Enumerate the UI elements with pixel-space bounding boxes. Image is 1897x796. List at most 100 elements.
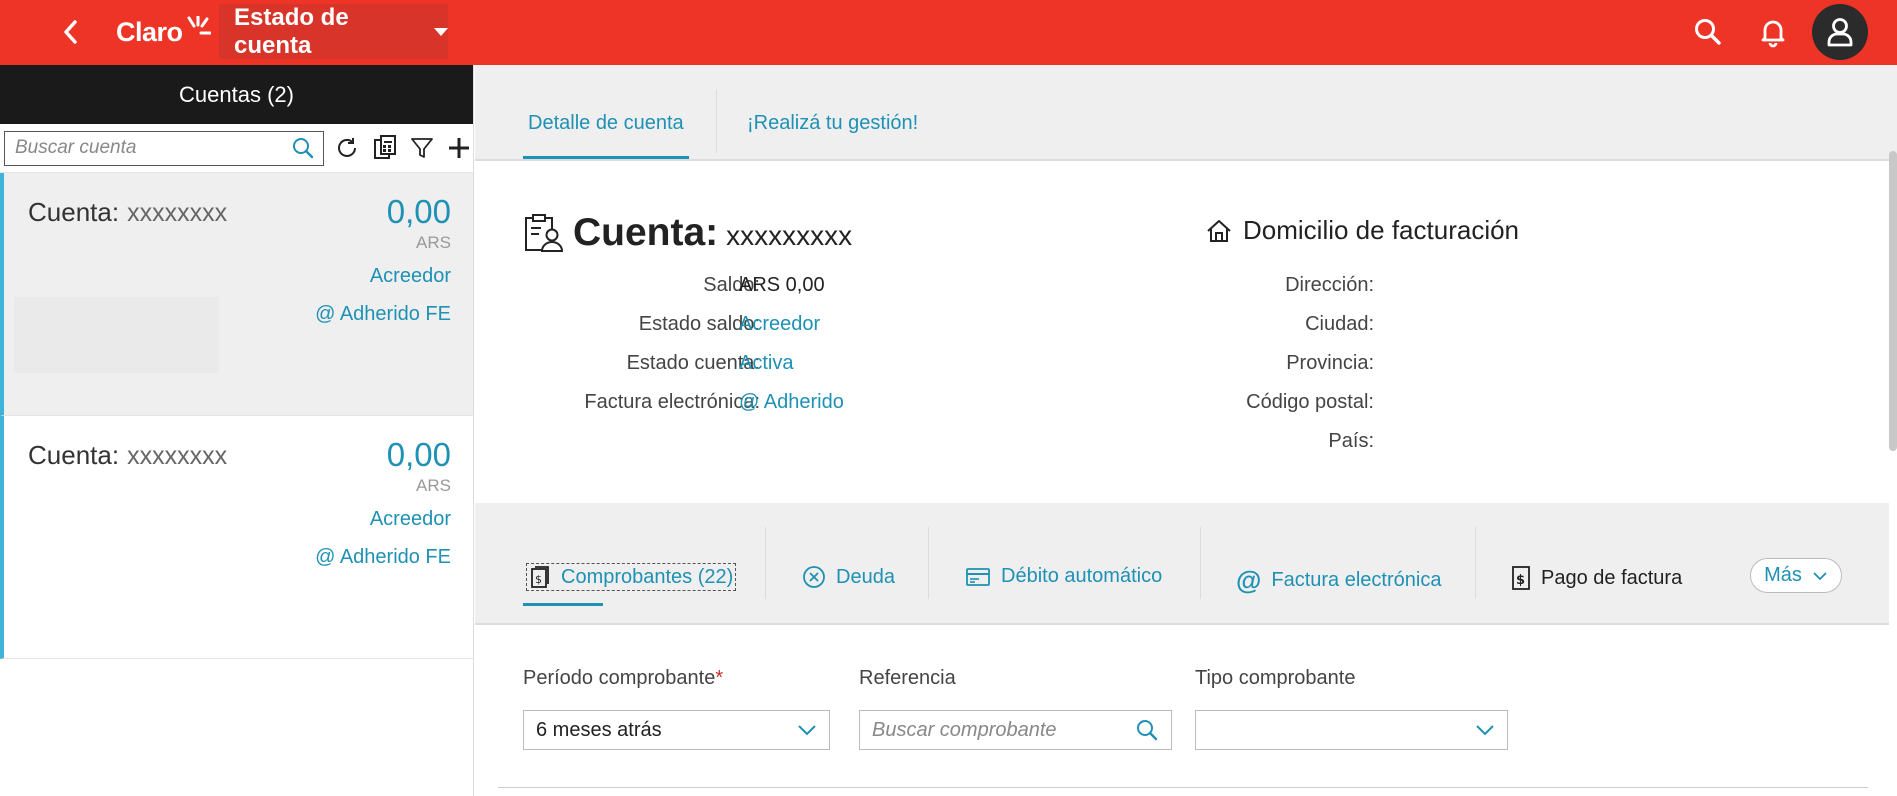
account-fe-status: @ Adherido FE [315, 303, 451, 325]
referencia-placeholder: Buscar comprobante [872, 718, 1057, 741]
svg-text:$: $ [1516, 573, 1525, 588]
svg-text:$: $ [535, 573, 542, 586]
subtab-debito-automatico[interactable]: Débito automático [965, 565, 1162, 588]
estado-saldo-value[interactable]: Acreedor [739, 313, 820, 336]
account-fe-status: @ Adherido FE [315, 546, 451, 568]
search-icon[interactable] [1692, 16, 1724, 48]
subtab-comprobantes[interactable]: $ Comprobantes (22) [526, 563, 737, 591]
tabs-bar: Detalle de cuenta ¡Realizá tu gestión! [475, 65, 1897, 161]
brand-name: Claro [116, 16, 183, 47]
factura-electronica-label: Factura electrónica: [584, 391, 760, 413]
referencia-label: Referencia [859, 667, 956, 689]
accounts-panel: Cuentas (2) Cuenta:xxxxxxxx 0,00 ARS Acr… [0, 65, 474, 796]
claro-logo[interactable]: Claro [116, 12, 211, 52]
subtab-label: Débito automático [1001, 565, 1163, 587]
calculator-icon[interactable] [371, 134, 398, 162]
subtab-label: Factura electrónica [1271, 569, 1442, 591]
top-bar: Claro Estado de cuenta [0, 0, 1897, 65]
estado-cuenta-value[interactable]: Activa [739, 352, 793, 375]
search-icon[interactable] [1135, 718, 1159, 742]
refresh-icon[interactable] [334, 134, 361, 162]
back-icon[interactable] [58, 18, 84, 46]
periodo-value: 6 meses atrás [536, 718, 662, 741]
account-search-input[interactable] [15, 137, 291, 159]
close-circle-icon [802, 565, 826, 589]
account-clipboard-icon [523, 212, 565, 254]
user-icon[interactable] [1812, 4, 1868, 60]
chevron-down-icon [797, 724, 817, 736]
card-icon [965, 566, 991, 588]
logo-rays-icon [187, 16, 211, 35]
active-subtab-indicator [523, 603, 603, 606]
dollar-doc-icon: $ [1511, 565, 1531, 591]
subtab-label: Pago de factura [1541, 566, 1683, 589]
caret-down-icon [434, 27, 448, 36]
home-icon [1205, 217, 1233, 245]
add-icon[interactable] [446, 134, 473, 162]
redacted-area [14, 297, 219, 373]
subtab-pago-de-factura[interactable]: $ Pago de factura [1511, 565, 1682, 591]
chevron-down-icon [1812, 571, 1828, 581]
periodo-label: Período comprobante* [523, 667, 723, 690]
page-selector[interactable]: Estado de cuenta [219, 4, 448, 59]
account-status: Acreedor [369, 265, 451, 287]
page-title: Estado de cuenta [234, 3, 349, 59]
subtab-label: Comprobantes (22) [561, 565, 734, 588]
subtab-divider [928, 527, 929, 599]
periodo-label-text: Período comprobante [523, 667, 716, 689]
tab-divider [716, 89, 717, 153]
account-card[interactable]: Cuenta: xxxxxxxx 0,00 ARS Acreedor @ Adhe… [0, 173, 473, 416]
accounts-toolbar [0, 124, 473, 173]
search-icon[interactable] [291, 136, 315, 160]
account-detail-label: Cuenta: [573, 211, 719, 254]
account-label: Cuenta: [28, 440, 120, 470]
codigo-postal-label: Código postal: [1246, 391, 1374, 413]
billing-address-title: Domicilio de facturación [1205, 215, 1519, 246]
more-button[interactable]: Más [1750, 558, 1842, 593]
account-number: xxxxxxxx [127, 199, 228, 227]
referencia-input[interactable]: Buscar comprobante [859, 710, 1172, 750]
account-currency: ARS [416, 233, 451, 252]
periodo-select[interactable]: 6 meses atrás [523, 710, 830, 750]
pais-label: País: [1328, 430, 1374, 452]
accounts-title: Cuentas (2) [179, 81, 294, 107]
account-title: Cuenta: xxxxxxxx [28, 440, 227, 471]
account-detail-title: Cuenta: xxxxxxxxx [523, 211, 852, 255]
main-panel: Detalle de cuenta ¡Realizá tu gestión! C… [475, 65, 1897, 796]
direccion-label: Dirección: [1285, 274, 1374, 296]
account-card[interactable]: Cuenta: xxxxxxxx 0,00 ARS Acreedor @ Adhe… [0, 416, 473, 659]
scrollbar[interactable] [1889, 151, 1897, 451]
at-icon: @ [1236, 565, 1262, 595]
required-marker: * [715, 667, 724, 689]
saldo-value: ARS 0,00 [739, 274, 825, 296]
more-label: Más [1764, 564, 1802, 586]
billing-address-label: Domicilio de facturación [1243, 215, 1520, 245]
subtab-divider [765, 527, 766, 599]
account-balance: 0,00 [386, 436, 451, 473]
receipt-icon: $ [529, 565, 551, 589]
tab-detalle-de-cuenta[interactable]: Detalle de cuenta [528, 112, 684, 135]
tipo-label: Tipo comprobante [1195, 667, 1356, 689]
accounts-header: Cuentas (2) [0, 65, 473, 124]
ciudad-label: Ciudad: [1305, 313, 1374, 335]
account-currency: ARS [416, 476, 451, 495]
account-detail-number: xxxxxxxxx [726, 220, 853, 251]
account-title: Cuenta: xxxxxxxx [28, 197, 227, 228]
tipo-select[interactable] [1195, 710, 1508, 750]
account-status: Acreedor [369, 508, 451, 530]
subtab-divider [1475, 527, 1476, 599]
divider [498, 787, 1868, 788]
filter-icon[interactable] [408, 134, 435, 162]
bell-icon[interactable] [1757, 16, 1789, 48]
subtab-label: Deuda [836, 565, 895, 588]
account-balance: 0,00 [386, 193, 451, 230]
tab-realiza-tu-gestion[interactable]: ¡Realizá tu gestión! [747, 112, 918, 135]
account-search[interactable] [4, 130, 324, 166]
subtab-divider [1200, 527, 1201, 599]
account-number: xxxxxxxx [127, 442, 228, 470]
factura-electronica-value[interactable]: @ Adherido [739, 391, 844, 414]
account-label: Cuenta: [28, 197, 120, 227]
active-tab-indicator [523, 156, 689, 159]
subtab-deuda[interactable]: Deuda [802, 565, 895, 589]
subtab-factura-electronica[interactable]: @ Factura electrónica [1236, 565, 1441, 596]
